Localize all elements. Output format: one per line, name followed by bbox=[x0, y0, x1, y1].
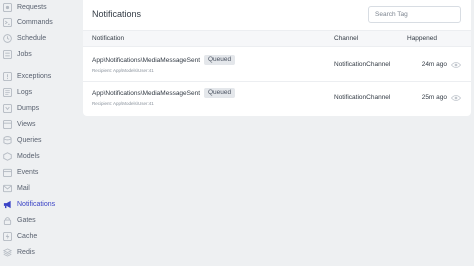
happened-cell: 25m ago bbox=[421, 94, 447, 101]
sidebar-item-cache[interactable]: Cache bbox=[3, 229, 79, 243]
cache-icon bbox=[3, 231, 12, 241]
events-icon bbox=[3, 168, 12, 177]
eye-icon[interactable] bbox=[451, 61, 461, 69]
sidebar-item-requests[interactable]: Requests bbox=[3, 0, 79, 14]
requests-icon bbox=[3, 2, 12, 12]
sidebar-item-schedule[interactable]: Schedule bbox=[3, 31, 79, 45]
column-header-channel: Channel bbox=[334, 35, 359, 42]
recipient-text: Recipient: App\Models\User:41 bbox=[92, 68, 154, 73]
table-header: Notification Channel Happened bbox=[83, 30, 471, 47]
commands-icon bbox=[3, 17, 12, 27]
models-icon bbox=[3, 151, 12, 161]
column-header-happened: Happened bbox=[407, 35, 437, 42]
sidebar-item-logs[interactable]: Logs bbox=[3, 85, 79, 99]
sidebar-item-gates[interactable]: Gates bbox=[3, 213, 79, 227]
exceptions-icon bbox=[3, 71, 12, 81]
megaphone-icon bbox=[3, 200, 12, 209]
eye-icon[interactable] bbox=[451, 94, 461, 102]
sidebar-item-label: Jobs bbox=[17, 50, 32, 58]
sidebar-item-label: Requests bbox=[17, 3, 47, 11]
gates-icon bbox=[3, 216, 12, 225]
recipient-text: Recipient: App\Models\User:41 bbox=[92, 101, 154, 106]
schedule-icon bbox=[3, 33, 12, 43]
jobs-icon bbox=[3, 49, 12, 59]
sidebar-item-notifications[interactable]: Notifications bbox=[3, 197, 79, 211]
sidebar-item-label: Queries bbox=[17, 136, 42, 144]
sidebar-item-label: Cache bbox=[17, 232, 38, 240]
page-title: Notifications bbox=[92, 9, 142, 19]
sidebar-item-label: Commands bbox=[17, 18, 53, 26]
sidebar-item-exceptions[interactable]: Exceptions bbox=[3, 69, 79, 83]
happened-cell: 24m ago bbox=[421, 61, 447, 68]
panel-header: Notifications bbox=[83, 0, 471, 30]
dumps-icon bbox=[3, 103, 12, 113]
mail-icon bbox=[3, 184, 12, 193]
sidebar-item-jobs[interactable]: Jobs bbox=[3, 47, 79, 61]
sidebar-item-label: Gates bbox=[17, 216, 36, 224]
table-row[interactable]: App\Notifications\MediaMessageSent Queue… bbox=[83, 48, 471, 81]
redis-icon bbox=[3, 247, 12, 257]
sidebar-item-queries[interactable]: Queries bbox=[3, 133, 79, 147]
sidebar-item-label: Notifications bbox=[17, 200, 56, 208]
sidebar-item-label: Redis bbox=[17, 248, 35, 256]
sidebar-item-label: Views bbox=[17, 120, 36, 128]
sidebar-item-label: Schedule bbox=[17, 34, 47, 42]
notifications-panel: Notifications Notification Channel Happe… bbox=[83, 0, 471, 116]
sidebar-item-models[interactable]: Models bbox=[3, 149, 79, 163]
logs-icon bbox=[3, 87, 12, 97]
sidebar-item-dumps[interactable]: Dumps bbox=[3, 101, 79, 115]
search-tag-input[interactable] bbox=[368, 6, 461, 23]
views-icon bbox=[3, 119, 12, 129]
notification-class[interactable]: App\Notifications\MediaMessageSent bbox=[92, 57, 200, 64]
sidebar-item-label: Events bbox=[17, 168, 39, 176]
sidebar-item-events[interactable]: Events bbox=[3, 165, 79, 179]
column-header-notification: Notification bbox=[92, 35, 125, 42]
notification-class[interactable]: App\Notifications\MediaMessageSent bbox=[92, 90, 200, 97]
sidebar: Requests Commands Schedule Jobs Exceptio… bbox=[0, 0, 80, 266]
sidebar-item-commands[interactable]: Commands bbox=[3, 15, 79, 29]
sidebar-item-label: Logs bbox=[17, 88, 33, 96]
status-badge: Queued bbox=[204, 88, 236, 98]
sidebar-item-label: Exceptions bbox=[17, 72, 52, 80]
channel-cell: NotificationChannel bbox=[334, 61, 391, 68]
status-badge: Queued bbox=[204, 55, 236, 65]
table-row[interactable]: App\Notifications\MediaMessageSent Queue… bbox=[83, 81, 471, 114]
sidebar-item-label: Dumps bbox=[17, 104, 40, 112]
sidebar-item-mail[interactable]: Mail bbox=[3, 181, 79, 195]
queries-icon bbox=[3, 135, 12, 145]
sidebar-item-redis[interactable]: Redis bbox=[3, 245, 79, 259]
sidebar-item-views[interactable]: Views bbox=[3, 117, 79, 131]
sidebar-item-label: Mail bbox=[17, 184, 30, 192]
channel-cell: NotificationChannel bbox=[334, 94, 391, 101]
row-divider bbox=[83, 81, 471, 82]
sidebar-item-label: Models bbox=[17, 152, 40, 160]
